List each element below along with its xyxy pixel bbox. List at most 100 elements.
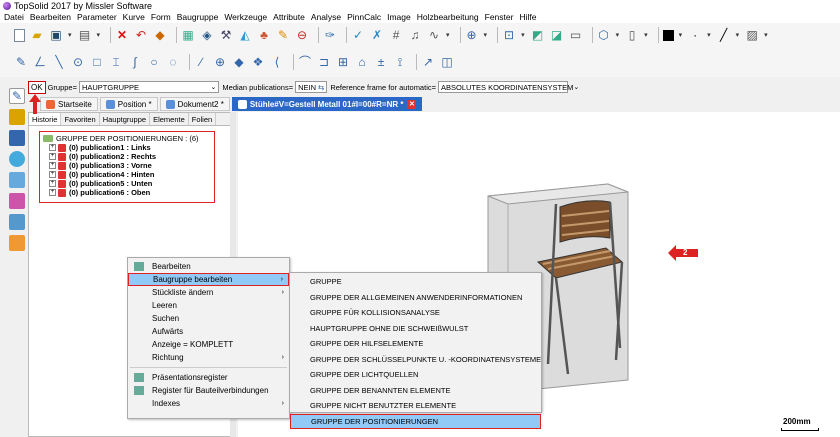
tab-folien[interactable]: Folien bbox=[189, 113, 217, 125]
eraser-icon[interactable]: ◆ bbox=[153, 28, 167, 42]
sketch-icon[interactable]: ✑ bbox=[323, 28, 337, 42]
menu-parameter[interactable]: Parameter bbox=[77, 12, 117, 22]
line-dot-dropdown-icon[interactable]: ▾ bbox=[707, 31, 711, 39]
offset-icon[interactable]: ⌒ bbox=[298, 55, 312, 69]
view-render-icon[interactable]: ◪ bbox=[550, 28, 564, 42]
frame-dropdown-icon[interactable]: ▾ bbox=[521, 31, 525, 39]
expand-icon[interactable]: + bbox=[49, 180, 56, 187]
submenu-item-positionierungen[interactable]: GRUPPE DER POSITIONIERUNGEN bbox=[290, 413, 541, 429]
expand-icon[interactable]: + bbox=[49, 189, 56, 196]
tab-stuehle[interactable]: Stühle#V=Gestell Metall 01#I=00#R=NR * ✕ bbox=[231, 97, 423, 111]
menu-item-baugruppe-bearbeiten[interactable]: Baugruppe bearbeiten › bbox=[128, 273, 289, 286]
tree-item[interactable]: + (0) publication5 : Unten bbox=[43, 179, 211, 188]
shell-icon[interactable]: ⌂ bbox=[355, 55, 369, 69]
point-icon[interactable]: ⊕ bbox=[213, 55, 227, 69]
delete-icon[interactable]: ✕ bbox=[115, 28, 129, 42]
lamp-icon[interactable] bbox=[9, 109, 25, 125]
print-icon[interactable]: ▤ bbox=[78, 28, 92, 42]
menu-pinncalc[interactable]: PinnCalc bbox=[347, 12, 381, 22]
close-icon[interactable]: ✕ bbox=[407, 99, 417, 109]
user-icon[interactable] bbox=[9, 214, 25, 230]
menu-baugruppe[interactable]: Baugruppe bbox=[177, 12, 219, 22]
arc-icon[interactable]: ◌ bbox=[166, 55, 180, 69]
reference-select[interactable]: ABSOLUTES KOORDINATENSYSTEM ⌄ bbox=[438, 81, 579, 93]
check-icon[interactable]: ✓ bbox=[351, 28, 365, 42]
line-style-dropdown-icon[interactable]: ▾ bbox=[736, 31, 740, 39]
submenu-item[interactable]: GRUPPE DER ALLGEMEINEN ANWENDERINFORMATI… bbox=[290, 290, 541, 306]
level-dropdown-icon[interactable]: ▾ bbox=[644, 31, 648, 39]
line-style-icon[interactable]: ╱ bbox=[717, 28, 731, 42]
menu-attribute[interactable]: Attribute bbox=[273, 12, 305, 22]
circle-icon[interactable]: ⊙ bbox=[71, 55, 85, 69]
menu-item-anzeige[interactable]: Anzeige = KOMPLETT bbox=[128, 338, 289, 351]
menu-datei[interactable]: Datei bbox=[4, 12, 24, 22]
direction-icon[interactable]: ↗ bbox=[421, 55, 435, 69]
expand-icon[interactable]: + bbox=[49, 144, 56, 151]
menu-hilfe[interactable]: Hilfe bbox=[519, 12, 536, 22]
median-toggle[interactable]: NEIN ⇆ bbox=[295, 81, 328, 93]
expand-icon[interactable]: + bbox=[49, 162, 56, 169]
new-document-icon[interactable] bbox=[14, 28, 25, 42]
chevron-down-icon[interactable]: ⌄ bbox=[573, 83, 579, 91]
cross-check-icon[interactable]: ✗ bbox=[370, 28, 384, 42]
submenu-item[interactable]: GRUPPE DER LICHTQUELLEN bbox=[290, 367, 541, 383]
tab-hauptgruppe[interactable]: Hauptgruppe bbox=[100, 113, 151, 125]
spline-icon[interactable]: ∫ bbox=[128, 55, 142, 69]
menu-item-bearbeiten[interactable]: Bearbeiten bbox=[128, 260, 289, 273]
menu-image[interactable]: Image bbox=[387, 12, 411, 22]
expand-icon[interactable]: + bbox=[49, 153, 56, 160]
save-dropdown-icon[interactable]: ▾ bbox=[68, 31, 72, 39]
slash-icon[interactable]: ∕ bbox=[194, 55, 208, 69]
undo-icon[interactable]: ↶ bbox=[134, 28, 148, 42]
menu-item-leeren[interactable]: Leeren bbox=[128, 299, 289, 312]
tree-item[interactable]: + (0) publication1 : Links bbox=[43, 143, 211, 152]
menu-kurve[interactable]: Kurve bbox=[123, 12, 145, 22]
trim-icon[interactable]: ⟨ bbox=[270, 55, 284, 69]
menu-form[interactable]: Form bbox=[151, 12, 171, 22]
frame-3d-icon[interactable]: ◫ bbox=[440, 55, 454, 69]
extrude-icon[interactable]: ⊐ bbox=[317, 55, 331, 69]
open-folder-icon[interactable]: ▰ bbox=[30, 28, 44, 42]
menu-item-register-bauteilverbindungen[interactable]: Register für Bauteilverbindungen bbox=[128, 384, 289, 397]
color-swatch-icon[interactable] bbox=[662, 29, 674, 41]
menu-item-suchen[interactable]: Suchen bbox=[128, 312, 289, 325]
smiley-icon[interactable] bbox=[9, 151, 25, 167]
menu-holzbearbeitung[interactable]: Holzbearbeitung bbox=[417, 12, 479, 22]
submenu-item[interactable]: HAUPTGRUPPE OHNE DIE SCHWEIßWULST bbox=[290, 321, 541, 337]
layer-dropdown-icon[interactable]: ▾ bbox=[616, 31, 620, 39]
tab-historie[interactable]: Historie bbox=[29, 113, 62, 125]
weld-dropdown-icon[interactable]: ▾ bbox=[446, 31, 450, 39]
attribute-icon[interactable]: ✎ bbox=[276, 28, 290, 42]
chart-icon[interactable] bbox=[9, 172, 25, 188]
submenu-item[interactable]: GRUPPE DER BENANNTEN ELEMENTE bbox=[290, 383, 541, 399]
pencil-icon[interactable]: ✎ bbox=[14, 55, 28, 69]
menu-fenster[interactable]: Fenster bbox=[485, 12, 514, 22]
zoom-icon[interactable]: ⊕ bbox=[465, 28, 479, 42]
polyline-icon[interactable]: ㄥ bbox=[33, 55, 47, 69]
tree-item[interactable]: + (0) publication6 : Oben bbox=[43, 188, 211, 197]
rectangle-icon[interactable]: □ bbox=[90, 55, 104, 69]
sheet-icon[interactable]: ▦ bbox=[181, 28, 195, 42]
tab-position[interactable]: Position * bbox=[99, 97, 158, 111]
frame-icon[interactable]: ⊡ bbox=[502, 28, 516, 42]
tab-startseite[interactable]: Startseite bbox=[40, 97, 98, 111]
tree-item[interactable]: + (0) publication4 : Hinten bbox=[43, 170, 211, 179]
cube-icon[interactable] bbox=[9, 130, 25, 146]
solid-icon[interactable]: ◆ bbox=[232, 55, 246, 69]
submenu-item[interactable]: GRUPPE DER SCHLÜSSELPUNKTE U. -KOORDINAT… bbox=[290, 352, 541, 368]
toggle-icon[interactable]: ⇆ bbox=[318, 83, 324, 92]
no-entry-icon[interactable]: ⊖ bbox=[295, 28, 309, 42]
tree-item[interactable]: + (0) publication2 : Rechts bbox=[43, 152, 211, 161]
tab-elemente[interactable]: Elemente bbox=[150, 113, 189, 125]
hatch-dropdown-icon[interactable]: ▾ bbox=[764, 31, 768, 39]
print-dropdown-icon[interactable]: ▾ bbox=[97, 31, 101, 39]
menu-item-aufwaerts[interactable]: Aufwärts bbox=[128, 325, 289, 338]
box-icon[interactable] bbox=[9, 235, 25, 251]
tree-item[interactable]: + (0) publication3 : Vorne bbox=[43, 161, 211, 170]
revolve-icon[interactable]: ⊞ bbox=[336, 55, 350, 69]
menu-item-indexes[interactable]: Indexes › bbox=[128, 397, 289, 410]
expand-icon[interactable]: + bbox=[49, 171, 56, 178]
save-icon[interactable]: ▣ bbox=[49, 28, 63, 42]
assembly-icon[interactable]: ◈ bbox=[200, 28, 214, 42]
hatch-icon[interactable]: ▨ bbox=[745, 28, 759, 42]
